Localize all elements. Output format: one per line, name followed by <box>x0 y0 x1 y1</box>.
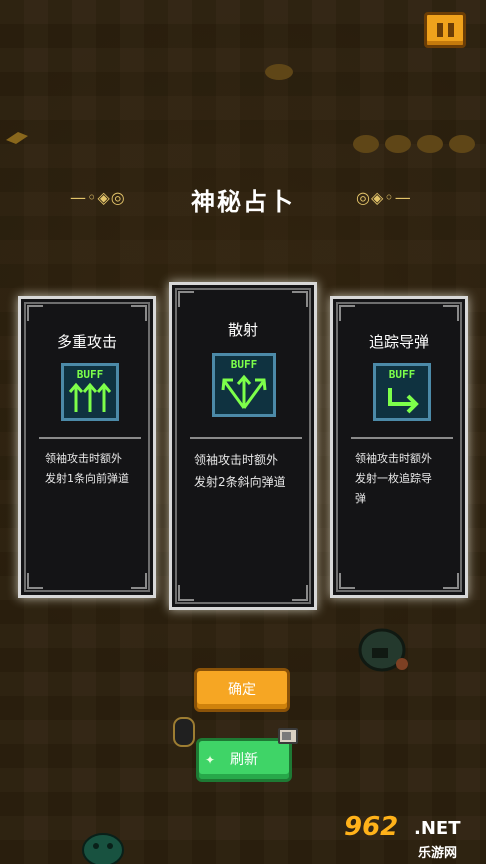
title-row: —◦◈◎ 神秘占卜 ◎◈◦— <box>0 180 486 220</box>
refresh-button[interactable]: ✦ 刷新 <box>196 738 292 782</box>
homing-arrow-icon: BUFF <box>373 363 431 421</box>
sparkle-icon: ✦ <box>205 753 216 767</box>
pause-icon-bar-right <box>447 23 454 37</box>
title-ornament-right-icon: ◎◈◦— <box>356 188 412 207</box>
card-title: 追踪导弹 <box>368 333 429 351</box>
card-divider <box>190 437 302 439</box>
card-title: 多重攻击 <box>56 333 117 351</box>
card-description: 领袖攻击时额外 发射一枚追踪导 弹 <box>355 452 432 505</box>
card-divider <box>351 437 453 439</box>
buff-card-scatter-shot[interactable]: 散射 BUFF 领袖攻击时额外 发射2条斜向弹道 <box>169 282 317 610</box>
confirm-button[interactable]: 确定 <box>194 668 290 712</box>
card-description: 领袖攻击时额外 发射1条向前弹道 <box>45 452 129 485</box>
triple-arrow-up-icon: BUFF <box>61 363 119 421</box>
site-watermark-logo: 962 .NET 乐游网 <box>344 812 461 861</box>
pause-button[interactable] <box>424 12 466 48</box>
page-title: 神秘占卜 <box>191 188 295 216</box>
refresh-label: 刷新 <box>230 752 258 768</box>
buff-card-multi-attack[interactable]: 多重攻击 BUFF 领袖攻击时额外 发射1条向前弹道 <box>18 296 156 598</box>
buff-card-homing-missile[interactable]: 追踪导弹 BUFF 领袖攻击时额外 发射一枚追踪导 弹 <box>330 296 468 598</box>
card-divider <box>39 437 141 439</box>
card-title: 散射 <box>227 321 258 339</box>
ad-tv-icon <box>278 728 298 744</box>
card-description: 领袖攻击时额外 发射2条斜向弹道 <box>194 453 286 489</box>
pause-icon-bar-left <box>436 23 443 37</box>
spread-arrow-icon: BUFF <box>212 353 276 417</box>
